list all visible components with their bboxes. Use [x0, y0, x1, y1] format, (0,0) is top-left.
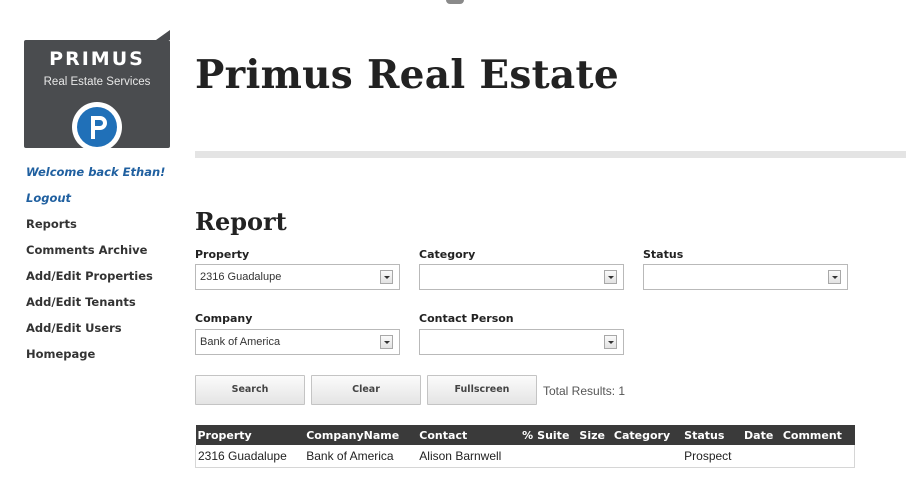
sidebar-item-homepage[interactable]: Homepage — [26, 347, 176, 373]
column-header-size[interactable]: Size — [577, 425, 612, 445]
chevron-down-icon[interactable] — [604, 335, 617, 349]
company-label: Company — [195, 312, 253, 325]
sidebar-nav: Welcome back Ethan! Logout Reports Comme… — [26, 165, 176, 373]
cell-suite — [535, 445, 578, 468]
column-header-status[interactable]: Status — [682, 425, 743, 445]
logo-p-icon — [72, 102, 122, 152]
property-select[interactable]: 2316 Guadalupe — [195, 264, 400, 290]
header-divider — [195, 151, 906, 158]
sidebar-item-reports[interactable]: Reports — [26, 217, 176, 243]
property-label: Property — [195, 248, 250, 261]
chevron-down-icon[interactable] — [604, 270, 617, 284]
total-results: Total Results: 1 — [543, 384, 626, 398]
results-table: Property CompanyName Contact % Suite Siz… — [195, 425, 855, 468]
column-header-percent[interactable]: % — [517, 425, 536, 445]
company-select[interactable]: Bank of America — [195, 329, 400, 355]
column-header-contact[interactable]: Contact — [417, 425, 518, 445]
p-letter-icon — [91, 116, 107, 139]
column-header-property[interactable]: Property — [195, 425, 305, 445]
cell-percent — [517, 445, 536, 468]
site-title: Primus Real Estate — [195, 52, 619, 98]
logo-title: PRIMUS — [49, 48, 145, 70]
table-row[interactable]: 2316 Guadalupe Bank of America Alison Ba… — [195, 445, 855, 468]
cell-status: Prospect — [682, 445, 743, 468]
sidebar-item-add-edit-users[interactable]: Add/Edit Users — [26, 321, 176, 347]
top-decoration — [446, 0, 464, 4]
clear-button[interactable]: Clear — [311, 375, 421, 405]
logout-link[interactable]: Logout — [26, 191, 176, 217]
logo-corner — [156, 30, 170, 40]
cell-size — [577, 445, 612, 468]
logo-subtitle: Real Estate Services — [43, 76, 151, 88]
contact-person-select[interactable] — [419, 329, 624, 355]
chevron-down-icon[interactable] — [380, 335, 393, 349]
chevron-down-icon[interactable] — [828, 270, 841, 284]
sidebar-item-add-edit-tenants[interactable]: Add/Edit Tenants — [26, 295, 176, 321]
cell-date — [742, 445, 781, 468]
primus-logo[interactable]: PRIMUS Real Estate Services — [24, 30, 170, 152]
cell-company-name: Bank of America — [304, 445, 418, 468]
cell-comment — [780, 445, 855, 468]
column-header-suite[interactable]: Suite — [535, 425, 578, 445]
status-label: Status — [643, 248, 684, 261]
search-button[interactable]: Search — [195, 375, 305, 405]
status-select[interactable] — [643, 264, 848, 290]
property-select-value: 2316 Guadalupe — [200, 271, 282, 283]
contact-person-label: Contact Person — [419, 312, 514, 325]
column-header-date[interactable]: Date — [742, 425, 781, 445]
category-select[interactable] — [419, 264, 624, 290]
cell-contact: Alison Barnwell — [417, 445, 518, 468]
cell-property: 2316 Guadalupe — [195, 445, 305, 468]
column-header-comment[interactable]: Comment — [780, 425, 855, 445]
column-header-company-name[interactable]: CompanyName — [304, 425, 418, 445]
cell-category — [611, 445, 683, 468]
category-label: Category — [419, 248, 476, 261]
sidebar-item-add-edit-properties[interactable]: Add/Edit Properties — [26, 269, 176, 295]
report-title: Report — [195, 207, 287, 236]
fullscreen-button[interactable]: Fullscreen — [427, 375, 537, 405]
table-header-row: Property CompanyName Contact % Suite Siz… — [195, 425, 855, 445]
sidebar-item-comments-archive[interactable]: Comments Archive — [26, 243, 176, 269]
welcome-message: Welcome back Ethan! — [26, 165, 166, 179]
company-select-value: Bank of America — [200, 336, 281, 348]
column-header-category[interactable]: Category — [611, 425, 683, 445]
chevron-down-icon[interactable] — [380, 270, 393, 284]
